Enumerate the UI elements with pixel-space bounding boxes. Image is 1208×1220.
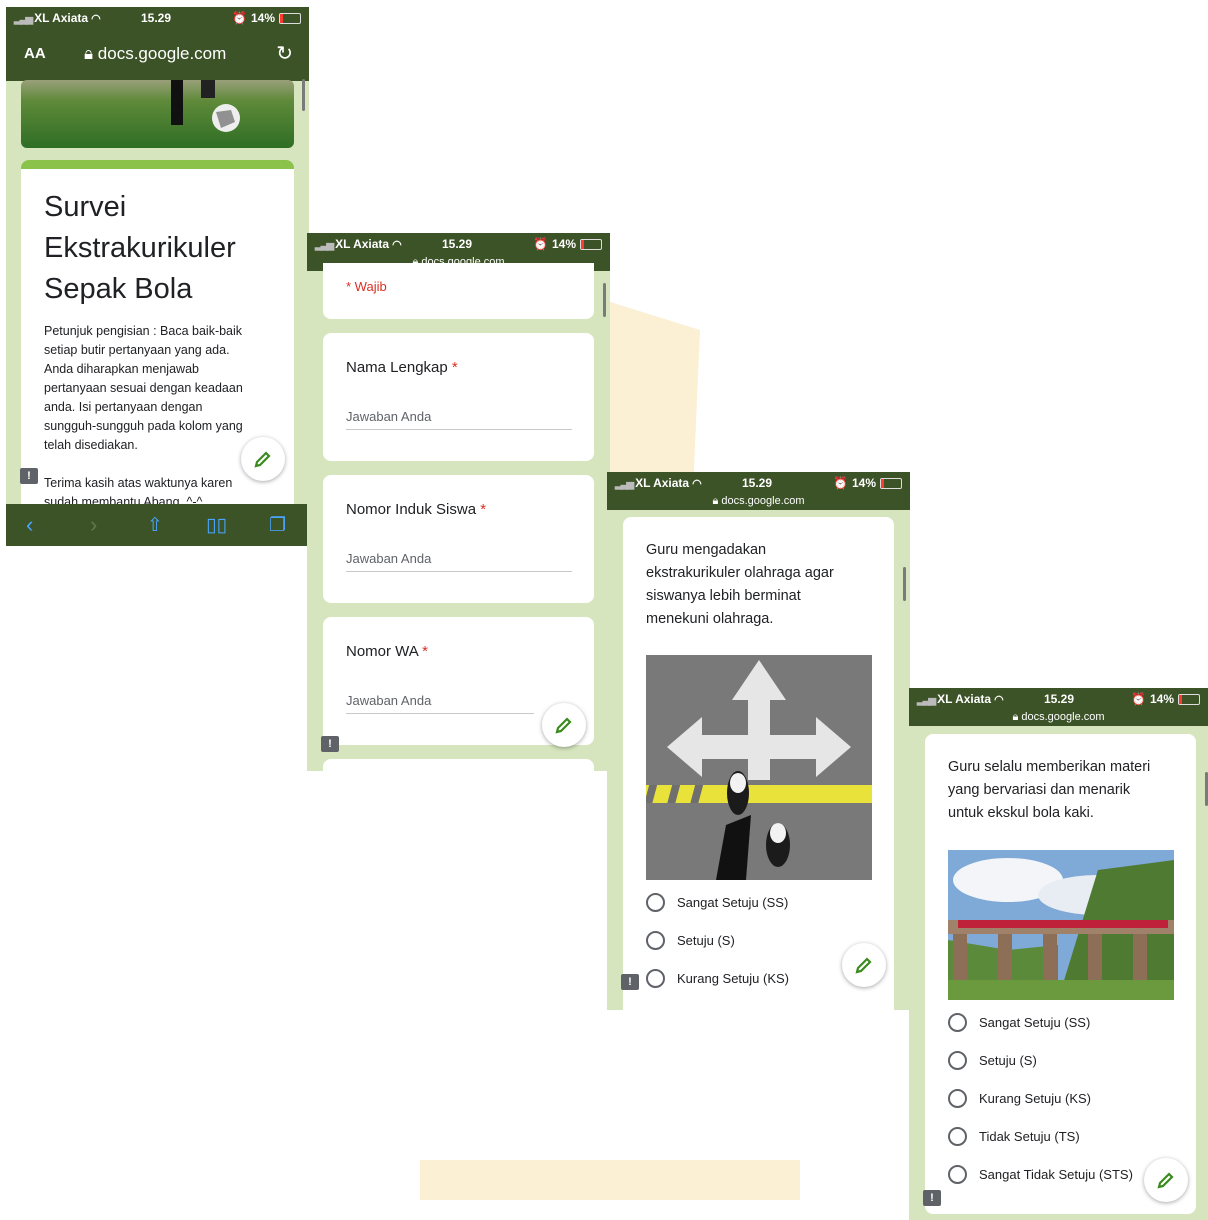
question-title: Nama Lengkap [346, 359, 448, 376]
form-instructions: Petunjuk pengisian : Baca baik-baik seti… [44, 324, 243, 452]
address-bar[interactable]: 🔒︎ docs.google.com [909, 710, 1208, 726]
screen-form-header: ▂▃▅ XL Axiata ◠ 15.29 ⏰ 14% AA 🔒︎ docs.goog… [6, 7, 309, 546]
option-agree[interactable]: Setuju (S) [948, 1051, 1037, 1070]
battery-icon [279, 12, 301, 24]
status-bar: ▂▃▅ XL Axiata ◠ 15.29 ⏰ 14% [307, 233, 610, 255]
question-card: Nomor Induk Siswa * Jawaban Anda [323, 475, 594, 603]
screen-identity-fields: ▂▃▅ XL Axiata ◠ 15.29 ⏰ 14% 🔒︎ docs.google.… [307, 233, 610, 771]
reload-icon[interactable]: ↻ [276, 41, 293, 66]
report-icon[interactable]: ! [20, 468, 38, 484]
option-agree[interactable]: Setuju (S) [646, 931, 735, 950]
radio-button[interactable] [646, 893, 665, 912]
signal-icon: ▂▃▅ [917, 695, 936, 706]
tabs-icon[interactable]: ❐ [269, 514, 286, 537]
option-strongly-agree[interactable]: Sangat Setuju (SS) [948, 1013, 1090, 1032]
battery-icon [880, 477, 902, 489]
text-size-button[interactable]: AA [24, 45, 46, 62]
radio-button[interactable] [948, 1127, 967, 1146]
required-marker: * [480, 501, 487, 518]
required-note: * Wajib [346, 279, 387, 294]
alarm-icon: ⏰ [833, 476, 848, 490]
radio-button[interactable] [948, 1165, 967, 1184]
scrollbar[interactable] [302, 79, 305, 111]
battery-icon [1178, 693, 1200, 705]
option-less-agree[interactable]: Kurang Setuju (KS) [646, 969, 789, 988]
edit-pencil-icon [855, 957, 872, 974]
wifi-icon: ◠ [91, 13, 101, 25]
radio-button[interactable] [948, 1013, 967, 1032]
report-icon[interactable]: ! [321, 736, 339, 752]
student-id-input[interactable]: Jawaban Anda [346, 551, 572, 572]
question-card [323, 759, 594, 771]
radio-button[interactable] [948, 1051, 967, 1070]
edit-fab-button[interactable] [241, 437, 285, 481]
edit-pencil-icon [555, 717, 572, 734]
required-marker: * [422, 643, 428, 660]
status-bar: ▂▃▅ XL Axiata ◠ 15.29 ⏰ 14% [6, 7, 309, 29]
signal-icon: ▂▃▅ [315, 240, 334, 251]
question-title: Nomor Induk Siswa [346, 501, 477, 518]
question-title: Guru mengadakan ekstrakurikuler olahraga… [646, 542, 834, 627]
status-bar: ▂▃▅ XL Axiata ◠ 15.29 ⏰ 14% [909, 688, 1208, 710]
report-icon[interactable]: ! [923, 1190, 941, 1206]
question-title: Guru selalu memberikan materi yang berva… [948, 759, 1151, 821]
edit-pencil-icon [254, 451, 271, 468]
required-marker: * [451, 359, 458, 376]
radio-button[interactable] [646, 931, 665, 950]
scrollbar[interactable] [903, 567, 906, 601]
edit-pencil-icon [1157, 1172, 1174, 1189]
status-bar: ▂▃▅ XL Axiata ◠ 15.29 ⏰ 14% [607, 472, 910, 494]
address-bar[interactable]: AA 🔒︎ docs.google.com ↻ [6, 29, 309, 81]
wifi-icon: ◠ [692, 478, 702, 490]
wifi-icon: ◠ [392, 239, 402, 251]
option-strongly-agree[interactable]: Sangat Setuju (SS) [646, 893, 788, 912]
edit-fab-button[interactable] [842, 943, 886, 987]
bookmarks-icon[interactable]: ▯▯ [206, 514, 227, 537]
question-title: Nomor WA [346, 643, 418, 660]
alarm-icon: ⏰ [533, 237, 548, 251]
header-image [21, 80, 294, 148]
report-icon[interactable]: ! [621, 974, 639, 990]
option-less-agree[interactable]: Kurang Setuju (KS) [948, 1089, 1091, 1108]
scrollbar[interactable] [603, 283, 606, 317]
browser-toolbar: ‹ › ⇧ ▯▯ ❐ [6, 504, 309, 546]
crossroads-arrows-image [646, 655, 872, 880]
option-strongly-disagree[interactable]: Sangat Tidak Setuju (STS) [948, 1165, 1133, 1184]
alarm-icon: ⏰ [1131, 692, 1146, 706]
alarm-icon: ⏰ [232, 11, 247, 25]
whatsapp-input[interactable]: Jawaban Anda [346, 693, 534, 714]
radio-button[interactable] [948, 1089, 967, 1108]
signal-icon: ▂▃▅ [615, 479, 634, 490]
url-text[interactable]: docs.google.com [98, 44, 227, 63]
edit-fab-button[interactable] [542, 703, 586, 747]
share-icon[interactable]: ⇧ [147, 514, 163, 537]
form-title: Survei Ekstrakurikuler Sepak Bola [44, 191, 236, 305]
train-viaduct-image [948, 850, 1174, 1000]
required-note-card: * Wajib [323, 263, 594, 319]
address-bar[interactable]: 🔒︎ docs.google.com [607, 494, 910, 510]
signal-icon: ▂▃▅ [14, 14, 33, 25]
back-icon[interactable]: ‹ [26, 512, 33, 538]
forward-icon[interactable]: › [90, 512, 97, 538]
battery-icon [580, 238, 602, 250]
edit-fab-button[interactable] [1144, 1158, 1188, 1202]
wifi-icon: ◠ [994, 694, 1004, 706]
lock-icon: 🔒︎ [84, 44, 98, 63]
name-input[interactable]: Jawaban Anda [346, 409, 572, 430]
screen-question-interest: ▂▃▅ XL Axiata ◠ 15.29 ⏰ 14% 🔒︎ docs.google.… [607, 472, 910, 1010]
radio-button[interactable] [646, 969, 665, 988]
form-title-card: Survei Ekstrakurikuler Sepak Bola Petunj… [21, 160, 294, 546]
question-card: Nama Lengkap * Jawaban Anda [323, 333, 594, 461]
option-disagree[interactable]: Tidak Setuju (TS) [948, 1127, 1080, 1146]
screen-question-material: ▂▃▅ XL Axiata ◠ 15.29 ⏰ 14% 🔒︎ docs.google.… [909, 688, 1208, 1220]
